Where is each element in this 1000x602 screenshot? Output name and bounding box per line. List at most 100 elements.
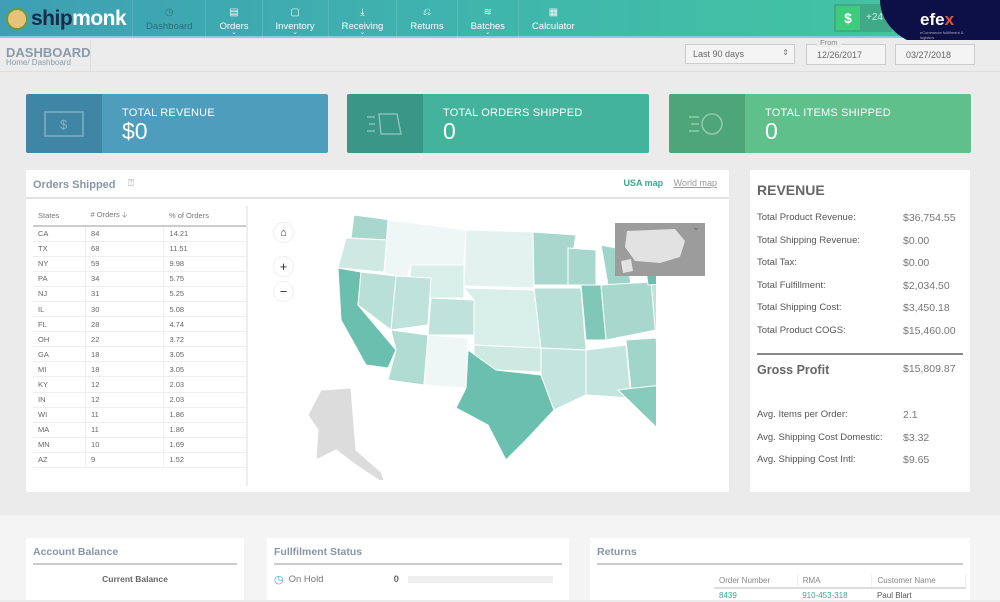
average-label: Avg. Shipping Cost Domestic: xyxy=(757,431,883,443)
nav-item-dashboard[interactable]: ◷ Dashboard xyxy=(132,0,205,38)
calculator-icon: ▦ xyxy=(548,6,559,18)
orders-cell: 11 xyxy=(85,422,165,438)
map-state-or xyxy=(337,237,389,273)
average-row: Avg. Shipping Cost Intl: $9.65 xyxy=(757,454,963,477)
table-row[interactable]: MI 18 3.05 xyxy=(33,361,248,378)
chevron-down-icon: ⌄ xyxy=(359,29,366,36)
batches-icon: ≋ xyxy=(483,6,492,18)
nav-item-receiving[interactable]: ⤓ Receiving ⌄ xyxy=(327,0,397,38)
date-range-select[interactable]: Last 90 days ⇕ xyxy=(685,44,795,64)
orders-shipped-icon xyxy=(347,94,423,153)
clock-icon: ◷ xyxy=(274,574,284,586)
current-balance-label: Current Balance xyxy=(102,574,168,584)
orders-cell: 28 xyxy=(85,316,165,333)
revenue-panel: REVENUE Total Product Revenue: $36,754.55… xyxy=(750,170,970,492)
main-nav: ◷ Dashboard ▤ Orders ⌄ ▢ Inventory ⌄ ⤓ Receiving ⌄… xyxy=(132,0,588,38)
revenue-value: $0.00 xyxy=(903,257,930,269)
returns-title: Returns xyxy=(597,546,963,565)
orders-cell: 59 xyxy=(85,256,165,272)
revenue-label: Total Shipping Cost: xyxy=(757,302,842,313)
average-value: $9.65 xyxy=(903,454,930,466)
table-row[interactable]: GA 18 3.05 xyxy=(33,346,248,363)
table-scrollbar[interactable] xyxy=(246,206,248,486)
table-row[interactable]: NJ 31 5.25 xyxy=(33,286,248,302)
table-row[interactable]: FL 28 4.74 xyxy=(33,316,248,333)
table-row[interactable]: MA 11 1.86 xyxy=(33,422,248,438)
nav-item-orders[interactable]: ▤ Orders ⌄ xyxy=(205,0,261,38)
tab-usa-map[interactable]: USA map xyxy=(623,178,663,188)
nav-item-returns[interactable]: ⎌ Returns xyxy=(396,0,456,38)
state-cell: CA xyxy=(33,226,87,242)
column-header-percent[interactable]: % of Orders xyxy=(163,206,248,227)
chevron-down-icon: ⌄ xyxy=(484,29,491,36)
orders-shipped-panel: Orders Shipped ⍰ USA map World map State… xyxy=(26,170,729,492)
table-row[interactable]: PA 34 5.75 xyxy=(33,271,248,287)
shipmonk-logo[interactable]: ship monk xyxy=(6,6,127,32)
column-header-customer-name[interactable]: Customer Name xyxy=(871,574,966,589)
table-row[interactable]: IN 12 2.03 xyxy=(33,392,248,408)
orders-cell: 18 xyxy=(85,361,165,378)
column-header-order-number[interactable]: Order Number xyxy=(714,574,798,589)
percent-cell: 4.74 xyxy=(163,316,248,333)
select-arrows-icon: ⇕ xyxy=(782,48,789,57)
map-home-button[interactable]: ⌂ xyxy=(273,222,294,243)
chevron-down-icon: ⌄ xyxy=(231,29,237,36)
usa-choropleth-map[interactable] xyxy=(296,210,656,480)
map-state-in-oh-ky xyxy=(600,281,656,341)
percent-cell: 3.05 xyxy=(163,346,248,363)
orders-cell: 68 xyxy=(85,241,165,257)
percent-cell: 2.03 xyxy=(163,392,248,408)
from-date-value: 12/26/2017 xyxy=(817,50,863,60)
table-row[interactable]: MN 10 1.69 xyxy=(33,437,248,453)
map-state-co xyxy=(427,297,475,336)
nav-label: Calculator xyxy=(531,20,575,32)
logo-text-monk: monk xyxy=(72,7,127,30)
column-header-rma[interactable]: RMA xyxy=(797,574,873,589)
on-hold-row[interactable]: ◷ On Hold 0 xyxy=(274,573,562,586)
to-date-input[interactable]: 03/27/2018 xyxy=(895,44,975,65)
table-row[interactable]: OH 22 3.72 xyxy=(33,331,248,348)
nav-label: Dashboard xyxy=(146,20,193,32)
orders-cell: 84 xyxy=(85,226,165,242)
percent-cell: 1.86 xyxy=(163,407,248,423)
chevron-down-icon[interactable]: ⌄ xyxy=(692,222,700,233)
breadcrumb[interactable]: Home/ Dashboard xyxy=(6,58,71,67)
table-row[interactable]: IL 30 5.08 xyxy=(33,301,248,318)
table-row[interactable]: NY 59 9.98 xyxy=(33,256,248,272)
percent-cell: 5.75 xyxy=(163,271,248,287)
map-zoom-out-button[interactable]: − xyxy=(273,281,294,302)
nav-item-batches[interactable]: ≋ Batches ⌄ xyxy=(456,0,518,38)
table-row[interactable]: KY 12 2.03 xyxy=(33,376,248,393)
table-row[interactable]: CA 84 14.21 xyxy=(33,226,248,242)
orders-cell: 30 xyxy=(85,301,165,318)
chevron-down-icon: ⌄ xyxy=(292,29,298,36)
percent-cell: 3.72 xyxy=(163,331,248,348)
table-row[interactable]: WI 11 1.86 xyxy=(33,407,248,423)
nav-item-calculator[interactable]: ▦ Calculator xyxy=(517,0,588,38)
info-tooltip-icon[interactable]: ⍰ xyxy=(128,178,134,189)
monk-mascot-icon xyxy=(6,8,28,30)
revenue-row: Total Fulfillment: $2,034.50 xyxy=(757,280,963,303)
svg-text:$: $ xyxy=(60,117,68,132)
orders-shipped-title: Orders Shipped xyxy=(33,179,116,191)
average-value: 2.1 xyxy=(903,409,918,421)
from-date-input[interactable]: From 12/26/2017 xyxy=(806,38,886,65)
map-zoom-in-button[interactable]: + xyxy=(273,256,294,277)
state-cell: WI xyxy=(33,407,87,423)
orders-cell: 10 xyxy=(85,437,165,453)
panel-divider xyxy=(26,197,729,199)
average-label: Avg. Items per Order: xyxy=(757,409,848,420)
table-row[interactable]: TX 68 11.51 xyxy=(33,241,248,257)
total-revenue-card: $ TOTAL REVENUE $0 xyxy=(26,94,328,153)
map-type-tabs: USA map World map xyxy=(623,178,717,188)
revenue-value: $3,450.18 xyxy=(903,302,950,314)
table-row[interactable]: AZ 9 1.52 xyxy=(33,452,248,469)
percent-cell: 14.21 xyxy=(163,226,248,242)
tab-world-map[interactable]: World map xyxy=(674,178,717,188)
state-cell: IL xyxy=(33,301,87,318)
column-header-states[interactable]: States xyxy=(33,206,86,227)
state-cell: IN xyxy=(33,392,87,408)
nav-item-inventory[interactable]: ▢ Inventory ⌄ xyxy=(261,0,328,38)
column-header-orders[interactable]: # Orders 🡣 xyxy=(85,206,164,227)
revenue-row: Total Product COGS: $15,460.00 xyxy=(757,325,963,348)
